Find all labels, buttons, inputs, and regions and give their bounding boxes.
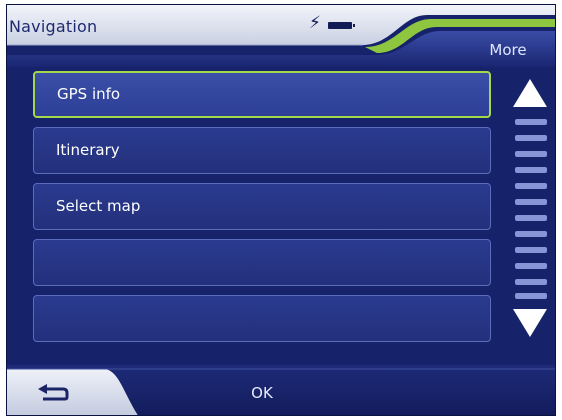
list-item-label: GPS info [57,85,121,103]
scroll-tick [515,263,547,269]
battery-icon [328,22,355,29]
list-item-empty-1[interactable] [33,239,491,286]
scroll-tick [515,293,547,299]
back-button[interactable] [7,369,127,415]
scroll-tick [515,183,547,189]
list-item-label: Itinerary [56,141,120,159]
app-title: Navigation [9,17,98,36]
ok-button[interactable]: OK [207,371,317,415]
list-item-itinerary[interactable]: Itinerary [33,127,491,174]
scroll-tick [515,247,547,253]
scroll-tick [515,167,547,173]
scroll-tick [515,231,547,237]
list-item-gps-info[interactable]: GPS info [33,71,491,118]
scroll-tick [515,151,547,157]
lightning-icon: ⚡ [309,13,321,33]
scroll-tick [515,119,547,125]
scroll-tick [515,135,547,141]
scroll-tick [515,215,547,221]
list-item-select-map[interactable]: Select map [33,183,491,230]
scroll-tick [515,279,547,285]
list-item-label: Select map [56,197,141,215]
return-arrow-icon [38,384,69,401]
device-screen: Navigation ⚡ More GPS info Itinerary Sel… [6,4,556,416]
scroll-track[interactable] [515,115,547,301]
scroll-up-button[interactable] [510,75,550,111]
scroll-down-button[interactable] [510,305,550,341]
triangle-down-icon [513,309,547,337]
more-button[interactable]: More [463,37,553,63]
list-item-empty-2[interactable] [33,295,491,342]
scroll-tick [515,199,547,205]
triangle-up-icon [513,79,547,107]
